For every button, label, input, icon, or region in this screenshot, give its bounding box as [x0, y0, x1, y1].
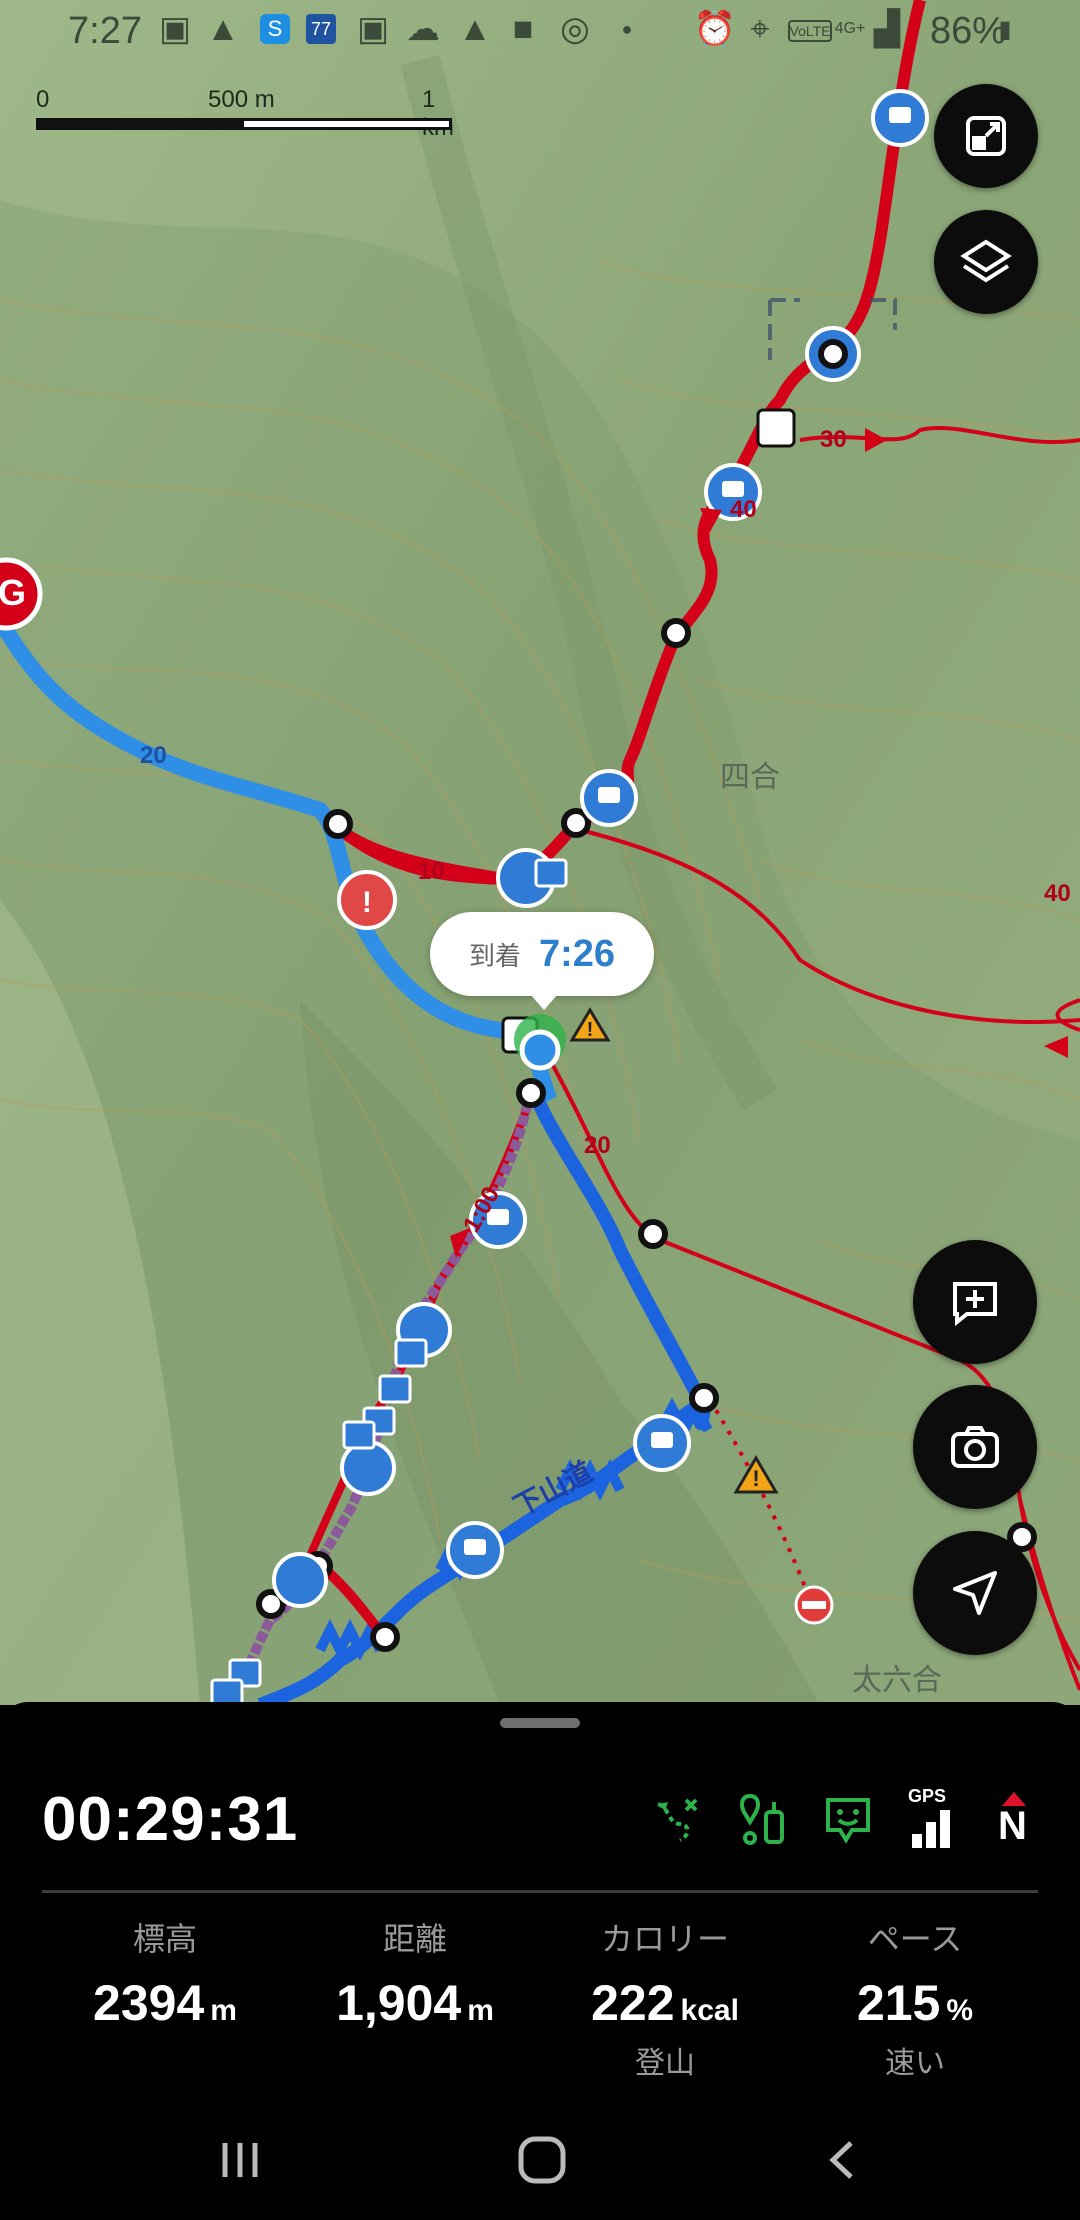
scale-zero: 0 — [36, 86, 50, 113]
battery-icon: ▮ — [998, 15, 1012, 43]
sync-icon: ◎ — [560, 10, 590, 48]
back-icon — [829, 2141, 853, 2179]
volte-icon: VoLTE — [788, 20, 832, 42]
stat-value: 1,904 — [336, 1975, 462, 2031]
stat-value: 215 — [856, 1975, 941, 2031]
trail-number: 30 — [820, 426, 847, 453]
status-bar: 7:27 ▣ ▲ S 77 ▣ ☁ ▲ ■ ◎ ● ⏰ ⌖ VoLTE 4G+ … — [0, 0, 1080, 64]
arrival-time: 7:26 — [538, 932, 616, 975]
stat-distance: 距離 1,904 m — [290, 1914, 540, 2038]
stat-sub: 登山 — [635, 2047, 695, 2080]
fit-route-button[interactable] — [934, 84, 1038, 188]
trail-number: 40 — [730, 496, 757, 523]
stat-pace: ペース 215% 速い — [790, 1914, 1040, 2082]
stat-unit: kcal — [680, 1994, 739, 2027]
trail-number: 20 — [584, 1132, 611, 1159]
d-app-icon-2: ▣ — [356, 10, 390, 48]
cloud-icon: ☁ — [406, 10, 440, 48]
arrival-label: 到着 — [468, 940, 521, 971]
activity-panel[interactable]: 00:29:31 GPS N 標高 2394 m 距離 1,904 m カロリー 2… — [0, 1702, 1080, 2090]
stat-unit: m — [210, 1994, 237, 2027]
bank-app-icon: 77 — [306, 14, 336, 44]
stat-unit: % — [946, 1994, 974, 2027]
stat-calories: カロリー 222 kcal 登山 — [540, 1914, 790, 2082]
arrival-callout[interactable]: 到着 7:26 — [430, 912, 654, 1010]
panel-toolbar: GPS N — [650, 1786, 1034, 1850]
panel-divider — [42, 1890, 1038, 1893]
scale-line — [36, 118, 452, 130]
layers-button[interactable] — [934, 210, 1038, 314]
stat-label: 距離 — [382, 1921, 447, 1957]
svg-text:!: ! — [587, 1019, 594, 1041]
trail-number: 20 — [140, 742, 167, 769]
location-pin-icon: ⌖ — [750, 9, 770, 48]
scale-end: 1 km — [422, 86, 454, 141]
goal-marker[interactable]: G — [0, 572, 26, 614]
fit-screen-icon — [966, 116, 1006, 156]
d-app-icon: ▣ — [158, 10, 192, 48]
home-icon — [518, 2136, 566, 2184]
system-nav-bar — [0, 2090, 1080, 2220]
trail-number: 40 — [1044, 880, 1071, 907]
triangle-app-icon: ▲ — [458, 9, 492, 48]
recents-icon — [222, 2143, 258, 2177]
scale-bar: 0 500 m 1 km — [36, 86, 456, 141]
network-type-icon: 4G+ — [834, 20, 866, 37]
add-memo-button[interactable] — [913, 1240, 1037, 1364]
waypoint-marker-icon[interactable] — [736, 1792, 788, 1848]
navigation-arrow-icon — [953, 1571, 997, 1615]
home-button[interactable] — [502, 2120, 582, 2200]
dot-icon: ● — [621, 18, 633, 39]
gps-signal-icon: GPS — [908, 1786, 960, 1850]
stat-unit: m — [467, 1994, 494, 2027]
stat-value: 222 — [591, 1975, 675, 2031]
s-app-icon: S — [260, 14, 290, 44]
folder-icon: ■ — [512, 9, 534, 48]
camera-icon — [951, 1426, 999, 1468]
svg-text:!: ! — [752, 1466, 759, 1491]
stat-label: 標高 — [132, 1921, 197, 1957]
stat-altitude: 標高 2394 m — [40, 1914, 290, 2038]
compass-label: N — [998, 1804, 1027, 1848]
chat-face-icon[interactable] — [822, 1794, 874, 1846]
map-view[interactable]: ! ! ! 7:27 ▣ ▲ S 77 ▣ ☁ ▲ ■ ◎ ● ⏰ ⌖ VoLT… — [0, 0, 1080, 1705]
panel-drag-handle[interactable] — [500, 1718, 580, 1728]
add-comment-icon — [953, 1282, 997, 1327]
recent-apps-button[interactable] — [200, 2120, 280, 2200]
stat-sub: 速い — [885, 2047, 945, 2080]
stat-label: カロリー — [600, 1921, 729, 1957]
mountain-app-icon: ▲ — [206, 9, 240, 48]
gps-label: GPS — [908, 1786, 947, 1806]
stat-label: ペース — [867, 1921, 963, 1957]
compass-north-icon[interactable]: N — [994, 1790, 1034, 1850]
stat-value: 2394 — [93, 1975, 205, 2031]
back-button[interactable] — [804, 2120, 884, 2200]
trail-number: 10 — [418, 858, 445, 885]
status-time: 7:27 — [68, 10, 142, 52]
elapsed-time: 00:29:31 — [42, 1785, 299, 1854]
route-off-icon[interactable] — [650, 1794, 702, 1846]
camera-button[interactable] — [913, 1385, 1037, 1509]
place-label-tairokugo: 太六合 — [852, 1663, 942, 1698]
signal-icon: ▟ — [873, 10, 901, 48]
my-location-button[interactable] — [913, 1531, 1037, 1655]
scale-mid: 500 m — [208, 86, 275, 113]
layers-icon — [960, 239, 1012, 283]
svg-text:!: ! — [362, 886, 372, 919]
place-label-shigo: 四合 — [720, 760, 780, 795]
alarm-icon: ⏰ — [693, 10, 737, 48]
